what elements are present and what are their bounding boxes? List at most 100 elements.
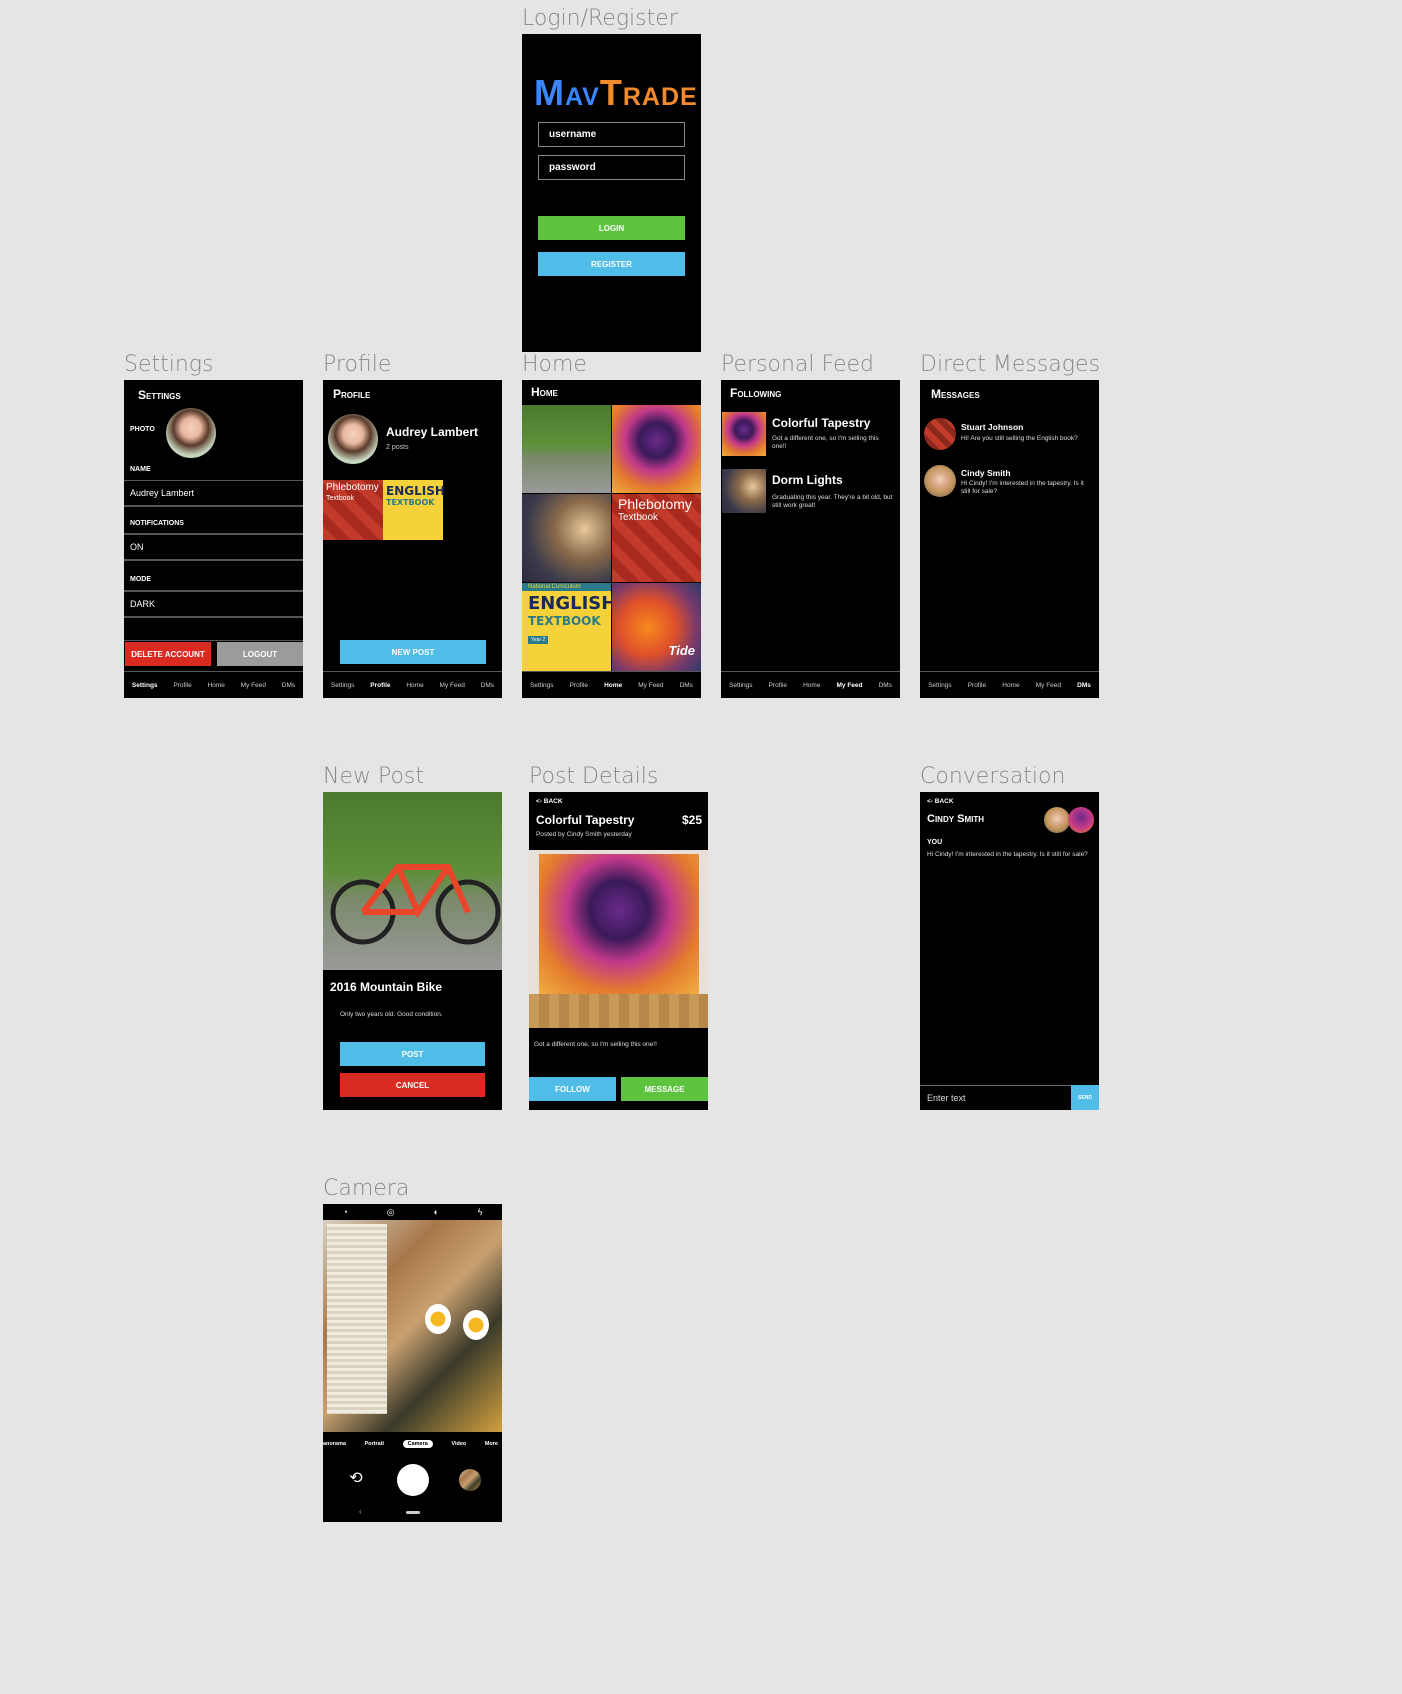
dm-sender[interactable]: Stuart Johnson	[961, 422, 1023, 432]
nav-settings[interactable]: Settings	[729, 682, 753, 689]
nav-home[interactable]: Home	[406, 682, 423, 689]
login-button[interactable]: LOGIN	[538, 216, 685, 240]
back-button[interactable]: <- BACK	[536, 798, 563, 805]
name-field[interactable]: Audrey Lambert	[124, 480, 303, 506]
home-tile-bike[interactable]	[522, 405, 611, 493]
post-thumbnail-english[interactable]: ENGLISH TEXTBOOK	[383, 480, 445, 540]
avatar	[924, 465, 956, 497]
message-sender: YOU	[927, 839, 943, 846]
name-label: NAME	[130, 466, 151, 473]
timer-icon[interactable]: ◔	[342, 1207, 347, 1217]
post-thumbnail-phlebotomy[interactable]: Phlebotomy Textbook	[323, 480, 383, 540]
bottom-nav: Settings Profile Home My Feed DMs	[124, 671, 303, 698]
nav-dms[interactable]: DMs	[282, 682, 295, 689]
nav-home[interactable]: Home	[803, 682, 820, 689]
mode-more[interactable]: More	[485, 1441, 502, 1447]
username-input[interactable]: username	[538, 122, 685, 147]
thumb-title: Phlebotomy	[326, 482, 379, 493]
nav-settings[interactable]: Settings	[132, 682, 158, 689]
hdr-icon[interactable]: ◎	[387, 1207, 395, 1218]
nav-home[interactable]: Home	[604, 682, 622, 689]
camera-viewfinder[interactable]	[323, 1220, 502, 1432]
logout-button[interactable]: LOGOUT	[217, 642, 303, 666]
profile-screen: Profile Audrey Lambert 2 posts Phlebotom…	[323, 380, 502, 698]
nav-my-feed[interactable]: My Feed	[440, 682, 465, 689]
home-nav-pill[interactable]	[406, 1511, 420, 1514]
nav-profile[interactable]: Profile	[173, 682, 191, 689]
post-description[interactable]: Only two years old. Good condition.	[340, 1011, 443, 1018]
avatar[interactable]	[166, 408, 216, 458]
mode-field[interactable]: DARK	[124, 591, 303, 617]
bottom-nav: Settings Profile Home My Feed DMs	[920, 671, 1099, 698]
gallery-thumbnail[interactable]	[459, 1469, 481, 1491]
home-tile-dorm-lights[interactable]	[522, 494, 611, 582]
post-price: $25	[681, 813, 702, 827]
nav-profile[interactable]: Profile	[570, 682, 588, 689]
page-title: Home	[531, 385, 558, 399]
mode-video[interactable]: Video	[451, 1441, 466, 1447]
post-title[interactable]: 2016 Mountain Bike	[330, 980, 442, 994]
message-input[interactable]: Enter text	[920, 1085, 1071, 1110]
tile-title: ENGLISH	[528, 593, 617, 614]
password-input[interactable]: password	[538, 155, 685, 180]
nav-settings[interactable]: Settings	[331, 682, 355, 689]
nav-dms[interactable]: DMs	[1077, 682, 1091, 689]
home-tile-english[interactable]: National Curriculum ENGLISH TEXTBOOK Yea…	[522, 583, 617, 672]
mode-panorama[interactable]: anorama	[323, 1441, 346, 1447]
post-description: Got a different one, so I'm selling this…	[534, 1041, 657, 1048]
photo-label: PHOTO	[130, 426, 155, 433]
feed-item-title[interactable]: Dorm Lights	[772, 473, 843, 487]
post-button[interactable]: POST	[340, 1042, 485, 1066]
tile-subtitle: TEXTBOOK	[528, 614, 601, 628]
bottom-nav: Settings Profile Home My Feed DMs	[721, 671, 900, 698]
bottom-nav: Settings Profile Home My Feed DMs	[323, 671, 502, 698]
send-button[interactable]: SEND	[1071, 1085, 1099, 1110]
nav-home[interactable]: Home	[208, 682, 225, 689]
mode-camera[interactable]: Camera	[402, 1440, 433, 1448]
notifications-label: NOTIFICATIONS	[130, 520, 184, 527]
nav-my-feed[interactable]: My Feed	[638, 682, 663, 689]
nav-dms[interactable]: DMs	[879, 682, 892, 689]
nav-profile[interactable]: Profile	[769, 682, 787, 689]
follow-button[interactable]: FOLLOW	[529, 1077, 616, 1101]
nav-dms[interactable]: DMs	[481, 682, 494, 689]
tile-subtitle: Textbook	[618, 512, 659, 523]
home-tile-phlebotomy[interactable]: Phlebotomy Textbook	[612, 494, 701, 582]
nav-home[interactable]: Home	[1002, 682, 1019, 689]
home-tile-tide[interactable]: Tide	[612, 583, 701, 672]
dm-preview[interactable]: Hi! Are you still selling the English bo…	[961, 435, 1093, 443]
feed-thumbnail[interactable]	[722, 469, 766, 513]
flash-off-icon[interactable]: ϟ	[478, 1207, 483, 1217]
notifications-field[interactable]: ON	[124, 534, 303, 560]
feed-thumbnail[interactable]	[722, 412, 766, 456]
mode-portrait[interactable]: Portrait	[365, 1441, 385, 1447]
new-post-button[interactable]: NEW POST	[340, 640, 486, 664]
feed-item-title[interactable]: Colorful Tapestry	[772, 416, 870, 430]
back-button[interactable]: <- BACK	[927, 798, 954, 805]
page-title: Following	[730, 386, 782, 400]
message-button[interactable]: MESSAGE	[621, 1077, 708, 1101]
nav-my-feed[interactable]: My Feed	[837, 682, 863, 689]
dm-sender[interactable]: Cindy Smith	[961, 468, 1011, 478]
nav-profile[interactable]: Profile	[370, 682, 390, 689]
white-balance-icon[interactable]: ◐	[433, 1207, 438, 1217]
switch-camera-icon[interactable]: ⟲	[345, 1468, 367, 1490]
nav-settings[interactable]: Settings	[530, 682, 554, 689]
page-title: Messages	[931, 387, 980, 401]
message-text: Hi Cindy! I'm interested in the tapestry…	[927, 851, 1088, 858]
new-post-screen: 2016 Mountain Bike Only two years old. G…	[323, 792, 502, 1110]
shutter-button[interactable]	[397, 1464, 429, 1496]
nav-my-feed[interactable]: My Feed	[1036, 682, 1061, 689]
nav-dms[interactable]: DMs	[680, 682, 693, 689]
home-tile-tapestry[interactable]	[612, 405, 701, 493]
dm-preview[interactable]: Hi Cindy! I'm interested in the tapestry…	[961, 480, 1093, 496]
conversation-title: Cindy Smith	[927, 813, 985, 825]
nav-my-feed[interactable]: My Feed	[241, 682, 266, 689]
post-photo[interactable]	[323, 792, 502, 970]
cancel-button[interactable]: CANCEL	[340, 1073, 485, 1097]
nav-profile[interactable]: Profile	[968, 682, 986, 689]
back-nav-icon[interactable]: ‹	[359, 1507, 362, 1516]
register-button[interactable]: REGISTER	[538, 252, 685, 276]
nav-settings[interactable]: Settings	[928, 682, 952, 689]
delete-account-button[interactable]: DELETE ACCOUNT	[125, 642, 211, 666]
